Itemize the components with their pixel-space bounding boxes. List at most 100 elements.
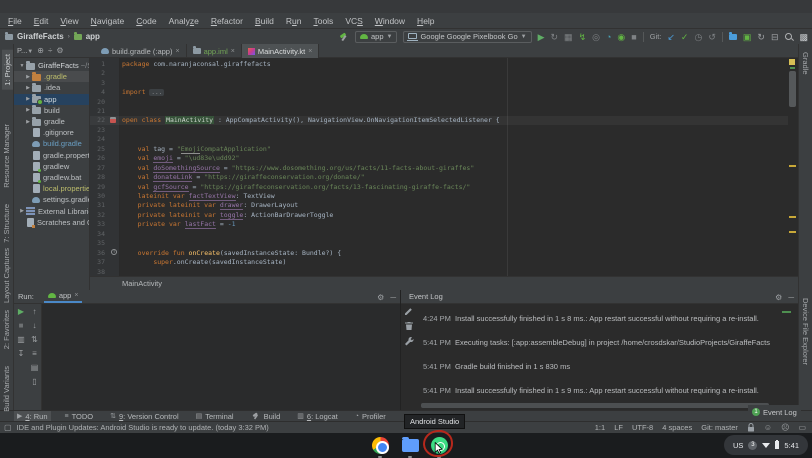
gear-icon[interactable]: ⚙ xyxy=(377,293,384,302)
code-line-37[interactable]: 37 super.onCreate(savedInstanceState) xyxy=(90,257,790,266)
tree-expanded-arrow-icon[interactable]: ▼ xyxy=(18,63,26,69)
tree-collapsed-arrow-icon[interactable]: ▶ xyxy=(24,119,32,125)
tool-stripe-device-file-explorer[interactable]: Device File Explorer xyxy=(801,298,810,365)
toolwindow-button-todo[interactable]: ≡TODO xyxy=(62,411,97,422)
device-dropdown[interactable]: Google Google Pixelbook Go ▼ xyxy=(403,31,531,43)
toolwindow-toggle-icon[interactable]: ▢ xyxy=(4,423,12,432)
toolwindow-button-4-run[interactable]: ▶4: Run xyxy=(14,411,51,422)
run-stop-icon[interactable]: ■ xyxy=(19,321,24,330)
warning-stripe-mark[interactable] xyxy=(789,216,796,218)
code-line-29[interactable]: 29 val gcfSource = "https://giraffeconse… xyxy=(90,182,790,191)
toolbar-rollback-icon[interactable]: ↺ xyxy=(708,31,716,43)
run-down-the-stack-trace-icon[interactable]: ↓ xyxy=(33,321,37,330)
event-log-badge[interactable]: 1 Event Log xyxy=(748,405,801,419)
menu-run[interactable]: Run xyxy=(280,14,308,28)
inspection-warning-indicator[interactable] xyxy=(789,59,795,65)
toolwindow-button-9-version-control[interactable]: ⇅9: Version Control xyxy=(107,411,182,422)
tool-stripe-7-structure[interactable]: 7: Structure xyxy=(2,204,11,243)
caret-position[interactable]: 1:1 xyxy=(595,423,605,432)
tool-stripe-gradle[interactable]: Gradle xyxy=(801,52,810,75)
code-line-23[interactable]: 23 xyxy=(90,125,790,134)
line-separator[interactable]: LF xyxy=(614,423,623,432)
code-line-2[interactable]: 2 xyxy=(90,68,790,77)
toolwindow-button-profiler[interactable]: ◔Profiler xyxy=(352,411,389,422)
indent-style[interactable]: 4 spaces xyxy=(662,423,692,432)
feedback-sad-icon[interactable]: ☹ xyxy=(781,423,789,432)
code-line-4[interactable]: 4import ... xyxy=(90,87,790,96)
toolbar-sync-project-with-gradle-icon[interactable]: ↻ xyxy=(757,31,765,43)
toolbar-run-with-coverage-icon[interactable]: ▦ xyxy=(564,31,573,43)
tab-app-iml[interactable]: app.iml× xyxy=(187,44,242,58)
tree-item-build-gradle[interactable]: build.gradle xyxy=(14,138,89,149)
project-view-dropdown[interactable]: P...▼ xyxy=(17,46,33,55)
minimize-icon[interactable]: ─ xyxy=(390,293,396,302)
breadcrumb-project[interactable]: GiraffeFacts xyxy=(17,32,64,41)
build-hammer-icon[interactable] xyxy=(339,32,349,42)
menu-file[interactable]: File xyxy=(2,14,28,28)
event-log-entry[interactable]: 5:41 PMInstall successfully finished in … xyxy=(405,386,795,395)
code-line-1[interactable]: 1package com.naranjaconsal.giraffefacts xyxy=(90,59,790,68)
breadcrumb-class[interactable]: MainActivity xyxy=(122,279,162,288)
scrollbar-thumb[interactable] xyxy=(789,71,796,107)
tree-collapsed-arrow-icon[interactable]: ▶ xyxy=(24,96,32,102)
tab-build-gradle-app[interactable]: build.gradle (:app)× xyxy=(95,44,187,58)
code-line-33[interactable]: 33 private var lastFact = -1 xyxy=(90,220,790,229)
tool-stripe-build-variants[interactable]: Build Variants xyxy=(2,366,11,412)
menu-navigate[interactable]: Navigate xyxy=(85,14,131,28)
menu-build[interactable]: Build xyxy=(249,14,280,28)
toolbar-profile-app-icon[interactable]: ◔ xyxy=(606,31,611,43)
code-line-24[interactable]: 24 xyxy=(90,135,790,144)
tree-item-gitignore[interactable]: .gitignore xyxy=(14,127,89,138)
toolwindow-button-build[interactable]: Build xyxy=(248,411,284,422)
code-line-38[interactable]: 38 xyxy=(90,267,790,276)
code-line-25[interactable]: 25 val tag = "EmojiCompatApplication" xyxy=(90,144,790,153)
close-icon[interactable]: × xyxy=(231,48,235,55)
toolbar-layout-inspector-icon[interactable]: ▩ xyxy=(799,31,808,43)
tree-item-external-libraries[interactable]: ▶External Libraries xyxy=(14,205,89,216)
background-tasks-icon[interactable]: ▭ xyxy=(798,423,806,432)
editor-scrollbar[interactable] xyxy=(788,58,798,276)
toolbar-attach-debugger-icon[interactable]: ◎ xyxy=(592,31,600,43)
event-log-entry[interactable]: 5:41 PMExecuting tasks: [:app:assembleDe… xyxy=(405,338,795,347)
toolwindow-button-6-logcat[interactable]: ▥6: Logcat xyxy=(294,411,340,422)
code-line-36[interactable]: 36↑ override fun onCreate(savedInstanceS… xyxy=(90,248,790,257)
code-line-21[interactable]: 21 xyxy=(90,106,790,115)
tab-mainactivity-kt[interactable]: MainActivity.kt× xyxy=(242,44,319,58)
tree-item-local-properties[interactable]: local.properties xyxy=(14,183,89,194)
tree-collapsed-arrow-icon[interactable]: ▶ xyxy=(24,107,32,113)
tree-item-gradle[interactable]: ▶.gradle xyxy=(14,71,89,82)
tool-stripe-resource-manager[interactable]: Resource Manager xyxy=(2,124,11,188)
tree-item-settings-gradle[interactable]: settings.gradle xyxy=(14,194,89,205)
gear-icon[interactable]: ⚙ xyxy=(56,46,63,55)
warning-stripe-mark[interactable] xyxy=(789,165,796,167)
override-method-gutter-icon[interactable]: ↑ xyxy=(111,249,117,255)
code-line-3[interactable]: 3 xyxy=(90,78,790,87)
toolbar-device-file-explorer-icon[interactable] xyxy=(729,34,737,40)
menu-code[interactable]: Code xyxy=(130,14,162,28)
toolbar-search-everywhere-icon[interactable] xyxy=(784,32,793,41)
tree-collapsed-arrow-icon[interactable]: ▶ xyxy=(24,85,32,91)
menu-help[interactable]: Help xyxy=(411,14,440,28)
code-line-31[interactable]: 31 private lateinit var drawer: DrawerLa… xyxy=(90,201,790,210)
run-scroll-to-end-icon[interactable]: ≡ xyxy=(32,349,37,358)
file-encoding[interactable]: UTF-8 xyxy=(632,423,653,432)
breadcrumb-module[interactable]: app xyxy=(86,32,100,41)
tree-collapsed-arrow-icon[interactable]: ▶ xyxy=(18,208,26,214)
run-tab-app[interactable]: app × xyxy=(44,290,83,303)
run-pin-tab-icon[interactable]: ↧ xyxy=(18,349,25,358)
chrome-icon[interactable] xyxy=(372,437,389,454)
tool-stripe-layout-captures[interactable]: Layout Captures xyxy=(2,248,11,303)
run-rerun-icon[interactable]: ▶ xyxy=(18,307,24,316)
toolbar-run-icon[interactable]: ▶ xyxy=(538,31,545,43)
locate-file-icon[interactable]: ⊕ xyxy=(37,46,44,55)
run-console[interactable] xyxy=(43,304,400,410)
toolbar-sdk-manager-icon[interactable]: ⊟ xyxy=(771,31,779,43)
code-line-26[interactable]: 26 val emoji = "\ud83e\udd92" xyxy=(90,154,790,163)
menu-view[interactable]: View xyxy=(54,14,84,28)
toolbar-apply-changes-icon[interactable]: ↯ xyxy=(579,31,587,43)
menu-analyze[interactable]: Analyze xyxy=(163,14,205,28)
toolbar-device-manager-icon[interactable]: ▣ xyxy=(743,31,752,43)
code-line-35[interactable]: 35 xyxy=(90,239,790,248)
close-icon[interactable]: × xyxy=(74,292,78,299)
feedback-happy-icon[interactable]: ☺ xyxy=(764,423,772,432)
